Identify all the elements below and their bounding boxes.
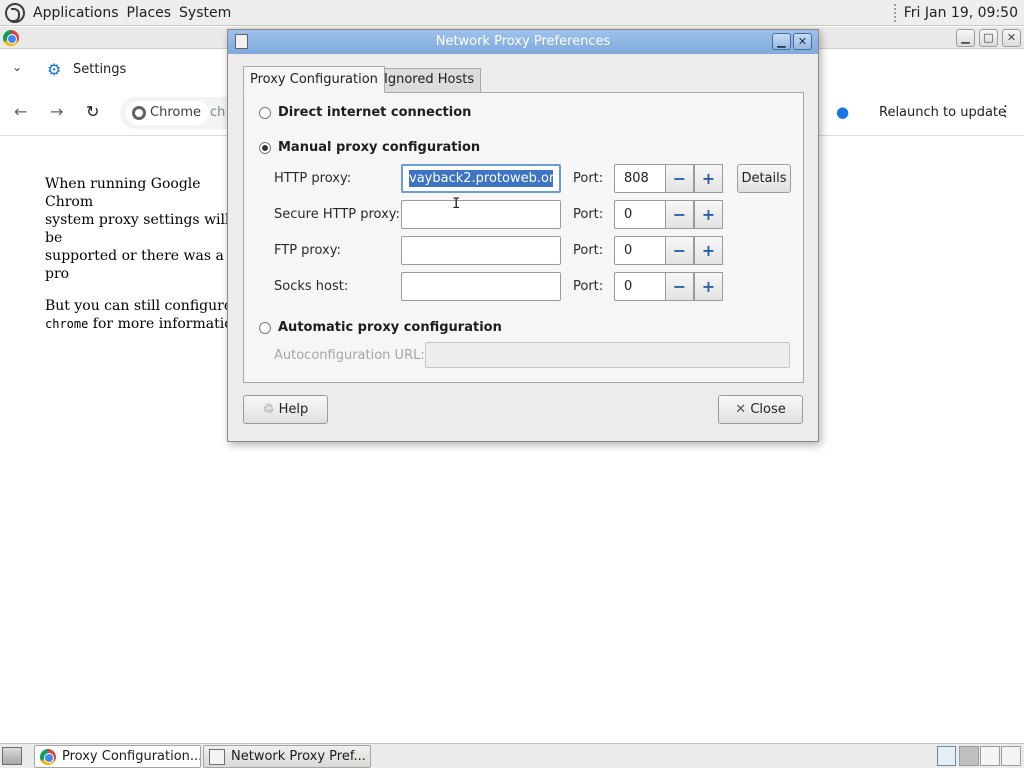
tab-ignored-hosts[interactable]: Ignored Hosts	[377, 68, 482, 93]
close-button[interactable]: ✕ Close	[718, 395, 803, 424]
autoconfiguration-url-label: Autoconfiguration URL:	[274, 348, 425, 363]
direct-connection-radio[interactable]	[259, 107, 271, 119]
dialog-titlebar[interactable]: Network Proxy Preferences ▁ ✕	[228, 30, 818, 54]
clock[interactable]: Fri Jan 19, 09:50	[904, 5, 1018, 21]
chrome-chip-icon	[132, 106, 146, 120]
chip-label: Chrome	[150, 105, 201, 120]
relaunch-to-update-button[interactable]: Relaunch to update	[879, 105, 1006, 120]
network-tray-icon[interactable]	[937, 746, 956, 766]
menu-applications[interactable]: Applications	[33, 5, 119, 21]
chrome-close-button[interactable]: ✕	[1002, 29, 1021, 47]
workspace-3[interactable]	[1001, 746, 1021, 766]
bottom-taskbar: Proxy Configuration... Network Proxy Pre…	[0, 743, 1024, 768]
secure-http-port-input[interactable]: 0	[614, 200, 666, 229]
network-proxy-dialog: Network Proxy Preferences ▁ ✕ Proxy Conf…	[227, 29, 819, 442]
secure-http-port-label: Port:	[573, 207, 604, 222]
panel-grip-handle[interactable]	[893, 3, 898, 22]
inline-code: chrome	[45, 317, 89, 331]
address-text: ch	[210, 105, 226, 120]
chrome-icon	[40, 749, 56, 765]
proxy-help-text: When running Google Chrom system proxy s…	[45, 175, 245, 347]
reload-icon[interactable]: ↻	[86, 102, 99, 121]
forward-arrow-icon[interactable]: →	[50, 102, 63, 121]
secure-http-port-increment-button[interactable]: +	[694, 200, 723, 229]
http-port-input[interactable]: 808	[614, 164, 666, 193]
chrome-minimize-button[interactable]: ▁	[956, 29, 975, 47]
automatic-proxy-label[interactable]: Automatic proxy configuration	[278, 320, 502, 335]
manual-proxy-label[interactable]: Manual proxy configuration	[278, 140, 480, 155]
http-proxy-label: HTTP proxy:	[274, 171, 352, 186]
http-port-label: Port:	[573, 171, 604, 186]
workspace-1[interactable]	[959, 746, 979, 766]
socks-host-input[interactable]	[401, 272, 561, 301]
http-port-decrement-button[interactable]: −	[665, 164, 694, 193]
document-icon	[209, 749, 225, 765]
ftp-port-decrement-button[interactable]: −	[665, 236, 694, 265]
ftp-port-label: Port:	[573, 243, 604, 258]
dialog-close-button[interactable]: ✕	[793, 33, 812, 50]
back-arrow-icon[interactable]: ←	[14, 102, 27, 121]
paragraph-2: But you can still configure v chrome for…	[45, 298, 245, 332]
socks-host-label: Socks host:	[274, 279, 349, 294]
http-proxy-input[interactable]: vayback2.protoweb.org	[401, 164, 561, 193]
more-menu-icon[interactable]: ⋮	[998, 102, 1013, 120]
profile-avatar-icon[interactable]: ●	[836, 103, 849, 121]
dialog-minimize-button[interactable]: ▁	[772, 33, 791, 50]
taskbar-item-network-proxy-preferences[interactable]: Network Proxy Pref...	[203, 745, 371, 768]
close-icon: ✕	[735, 402, 747, 417]
show-desktop-icon[interactable]	[2, 747, 22, 765]
gear-icon: ⚙	[47, 60, 62, 79]
details-button[interactable]: Details	[737, 164, 791, 193]
chevron-down-icon[interactable]: ⌄	[12, 60, 22, 74]
secure-http-port-decrement-button[interactable]: −	[665, 200, 694, 229]
tab-proxy-configuration[interactable]: Proxy Configuration	[243, 66, 385, 93]
menu-system[interactable]: System	[179, 5, 231, 21]
top-panel: Applications Places System Fri Jan 19, 0…	[0, 0, 1024, 26]
dialog-title: Network Proxy Preferences	[435, 34, 611, 49]
chrome-icon	[3, 30, 19, 46]
chrome-origin-chip[interactable]: Chrome	[126, 101, 209, 125]
direct-connection-label[interactable]: Direct internet connection	[278, 105, 471, 120]
tab-settings[interactable]: Settings	[73, 62, 126, 77]
ibeam-cursor-icon: I	[452, 196, 461, 212]
ftp-port-input[interactable]: 0	[614, 236, 666, 265]
socks-port-label: Port:	[573, 279, 604, 294]
help-button[interactable]: ♲ Help	[243, 395, 328, 424]
manual-proxy-radio[interactable]	[259, 142, 271, 154]
distro-logo-icon[interactable]	[5, 2, 25, 23]
taskbar-item-proxy-configuration[interactable]: Proxy Configuration...	[34, 745, 201, 768]
workspace-2[interactable]	[980, 746, 1000, 766]
ftp-proxy-label: FTP proxy:	[274, 243, 341, 258]
secure-http-proxy-input[interactable]	[401, 200, 561, 229]
socks-port-decrement-button[interactable]: −	[665, 272, 694, 301]
autoconfiguration-url-input	[425, 342, 790, 368]
help-icon: ♲	[262, 402, 275, 417]
socks-port-increment-button[interactable]: +	[694, 272, 723, 301]
http-proxy-value: vayback2.protoweb.org	[409, 170, 553, 187]
ftp-proxy-input[interactable]	[401, 236, 561, 265]
paragraph-1: When running Google Chrom system proxy s…	[45, 176, 230, 282]
http-port-increment-button[interactable]: +	[694, 164, 723, 193]
chrome-maximize-button[interactable]: □	[979, 29, 998, 47]
socks-port-input[interactable]: 0	[614, 272, 666, 301]
secure-http-proxy-label: Secure HTTP proxy:	[274, 207, 400, 222]
ftp-port-increment-button[interactable]: +	[694, 236, 723, 265]
automatic-proxy-radio[interactable]	[259, 322, 271, 334]
menu-places[interactable]: Places	[127, 5, 172, 21]
